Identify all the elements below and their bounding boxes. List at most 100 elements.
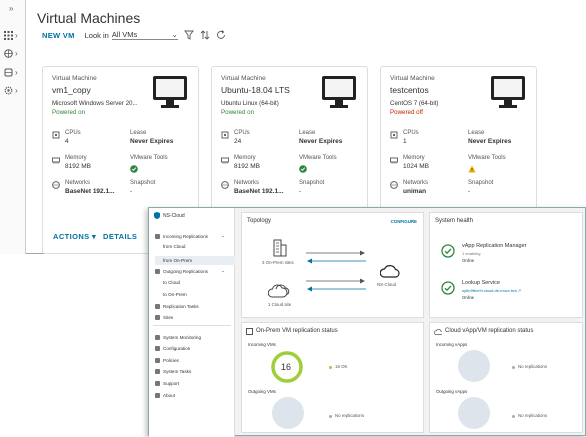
- snapshot-attr: Snapshot -: [130, 180, 156, 195]
- tools-attr: VMware Tools: [130, 155, 168, 161]
- nav-to-cloud[interactable]: to Cloud: [163, 280, 180, 285]
- health-item-link[interactable]: sy6n9fbxr9r.cloud.de-muxx.bra ↗: [462, 288, 521, 293]
- memory-attr: Memory 8192 MB: [65, 155, 92, 170]
- lease-attr: Lease Never Expires: [299, 130, 343, 145]
- rail-settings-item[interactable]: ›: [4, 84, 24, 96]
- tools-attr: VMware Tools: [299, 155, 337, 161]
- vm-status: Powered off: [390, 109, 423, 116]
- ok-dot: [329, 366, 332, 369]
- incoming-count: 16: [281, 362, 292, 372]
- refresh-icon[interactable]: [216, 30, 226, 40]
- rail-storage-item[interactable]: ›: [4, 66, 24, 78]
- nav-outgoing-replications[interactable]: Outgoing Replications ⌄: [155, 268, 225, 274]
- onprem-status-title: On-Prem VM replication status: [256, 328, 338, 334]
- nav-from-cloud[interactable]: from Cloud: [163, 244, 185, 249]
- memory-attr: Memory 1024 MB: [403, 155, 430, 170]
- look-in-value: All VMs: [111, 30, 138, 39]
- memory-attr: Memory 8192 MB: [234, 155, 261, 170]
- policies-icon: [155, 358, 160, 363]
- nav-sites[interactable]: Sites: [155, 315, 173, 320]
- rail-grid-item[interactable]: ›: [4, 29, 24, 41]
- onprem-sites-label: 3 On-Prem sites: [262, 260, 294, 265]
- warning-icon: [468, 165, 476, 173]
- card-type: Virtual Machine: [221, 75, 266, 82]
- cpu-icon: [52, 131, 60, 139]
- cloud-status-title: Cloud vApp/VM replication status: [445, 328, 534, 334]
- expand-rail-button[interactable]: »: [9, 4, 13, 13]
- snapshot-attr: Snapshot -: [468, 180, 494, 195]
- nav-system-tasks[interactable]: System Tasks: [155, 369, 191, 374]
- replication-arrows: [306, 250, 366, 292]
- cloud-site-label: 1 Cloud site: [268, 302, 292, 307]
- configure-button[interactable]: CONFIGURE: [391, 219, 417, 224]
- incoming-empty-donut: [458, 350, 490, 382]
- outgoing-empty-donut: [272, 397, 304, 429]
- configuration-icon: [155, 346, 160, 351]
- vm-status: Powered on: [221, 109, 255, 116]
- vm-os: Microsoft Windows Server 20...: [52, 100, 138, 107]
- shield-icon: [154, 212, 160, 219]
- networks-attr: Networks uniman: [403, 180, 429, 195]
- look-in-label: Look in: [84, 30, 109, 40]
- look-in-select[interactable]: All VMs ⌄: [111, 30, 178, 40]
- networks-attr: Networks BaseNet 192.1...: [234, 180, 284, 195]
- outgoing-empty-donut: [458, 397, 490, 429]
- chevron-down-icon: ⌄: [220, 233, 225, 238]
- nav-support[interactable]: Support: [155, 381, 179, 386]
- memory-icon: [52, 157, 60, 164]
- system-tasks-icon: [155, 369, 160, 374]
- details-button[interactable]: DETAILS: [103, 232, 137, 241]
- no-replications-label: No replications: [335, 413, 365, 418]
- nav-policies[interactable]: Policies: [155, 358, 179, 363]
- nav-to-on-prem[interactable]: to On-Prem: [163, 292, 187, 297]
- vm-os: CentOS 7 (64-bit): [390, 100, 439, 107]
- monitor-icon: [322, 76, 356, 108]
- cpu-icon: [390, 131, 398, 139]
- tools-attr: VMware Tools: [468, 155, 506, 161]
- left-rail: » › › › ›: [0, 0, 26, 254]
- database-icon: [4, 68, 13, 76]
- incoming-icon: [155, 233, 160, 239]
- cloud-icon: [434, 329, 442, 335]
- nav-incoming-replications[interactable]: Incoming Replications ⌄: [155, 233, 225, 239]
- topology-title: Topology: [247, 218, 272, 224]
- actions-button[interactable]: ACTIONS ▾: [53, 232, 96, 241]
- no-replications-label: No replications: [518, 364, 548, 369]
- nav-from-on-prem[interactable]: from On-Prem: [155, 256, 235, 265]
- filter-icon[interactable]: [183, 30, 194, 40]
- ok-count: 16 OK: [335, 364, 348, 369]
- monitor-icon: [491, 76, 525, 108]
- nav-system-monitoring[interactable]: System Monitoring: [155, 335, 201, 340]
- cloud-status-panel: Cloud vApp/VM replication status Incomin…: [429, 322, 583, 433]
- toolbar: NEW VM Look in All VMs ⌄: [42, 29, 226, 41]
- topology-panel: Topology CONFIGURE 3 On-Prem sites 1 Clo…: [241, 212, 424, 318]
- health-item-name: Lookup Service: [462, 280, 500, 286]
- check-circle-icon: [441, 281, 455, 295]
- chevron-right-icon: ›: [15, 30, 18, 40]
- sort-icon[interactable]: [200, 30, 210, 40]
- vm-name: Ubuntu-18.04 LTS: [221, 85, 290, 95]
- vm-os: Ubuntu Linux (64-bit): [221, 100, 279, 107]
- outgoing-icon: [155, 268, 160, 274]
- rail-network-item[interactable]: ›: [4, 47, 24, 59]
- nav-configuration[interactable]: Configuration: [155, 346, 190, 351]
- grid-icon: [4, 30, 13, 40]
- cpus-attr: CPUs 24: [234, 130, 250, 145]
- support-icon: [155, 381, 160, 386]
- cpu-icon: [221, 131, 229, 139]
- nav-replication-tasks[interactable]: Replication Tasks: [155, 304, 199, 309]
- chevron-right-icon: ›: [15, 48, 18, 58]
- gear-icon: [4, 86, 13, 94]
- card-type: Virtual Machine: [390, 75, 435, 82]
- tasks-icon: [155, 304, 160, 309]
- empty-dot: [512, 366, 515, 369]
- monitor-icon: [153, 76, 187, 108]
- ns-cloud-label: NS-Cloud: [377, 282, 397, 287]
- health-item-sub: 1 enabling: [462, 251, 481, 256]
- nav-about[interactable]: About: [155, 393, 175, 398]
- sites-icon: [155, 315, 160, 320]
- about-icon: [155, 393, 160, 398]
- snapshot-attr: Snapshot -: [299, 180, 325, 195]
- new-vm-button[interactable]: NEW VM: [42, 31, 75, 40]
- incoming-vapps-label: Incoming vApps: [436, 342, 468, 347]
